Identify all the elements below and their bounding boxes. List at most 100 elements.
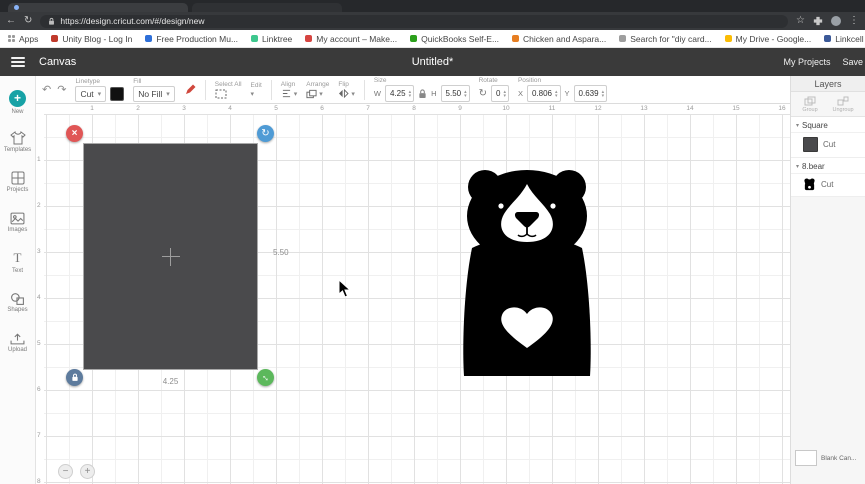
ruler-number: 1: [37, 156, 41, 163]
aspect-lock-icon[interactable]: [418, 88, 427, 99]
sidebar-item-new[interactable]: + New: [0, 82, 35, 122]
bookmark-item[interactable]: Unity Blog - Log In: [51, 34, 132, 44]
bear-image[interactable]: [460, 166, 594, 378]
apps-bookmark[interactable]: Apps: [8, 34, 38, 44]
zoom-in-button[interactable]: +: [80, 464, 95, 479]
my-projects-link[interactable]: My Projects: [783, 57, 830, 67]
height-axis-label: H: [431, 89, 437, 98]
select-all-icon: [215, 89, 227, 98]
disclosure-triangle-icon[interactable]: ▾: [796, 122, 799, 129]
sidebar-item-shapes[interactable]: Shapes: [0, 282, 35, 322]
position-x-input[interactable]: 0.806 ▴ ▾: [526, 85, 561, 102]
bookmark-item[interactable]: Search for "diy card...: [619, 34, 712, 44]
chevron-down-icon: ▾: [351, 90, 355, 98]
linetype-dropdown[interactable]: Cut ▾: [75, 85, 107, 102]
chevron-down-icon: ▾: [293, 90, 298, 98]
bookmark-favicon: [619, 35, 627, 42]
rotate-input[interactable]: 0 ▴ ▾: [491, 85, 509, 102]
bookmark-label: Unity Blog - Log In: [62, 33, 133, 44]
ruler-number: 1: [90, 105, 94, 112]
bookmark-item[interactable]: Free Production Mu...: [145, 34, 238, 44]
sidebar-item-text[interactable]: T Text: [0, 242, 35, 282]
browser-address-bar: ← ↻ https://design.cricut.com/#/design/n…: [0, 12, 865, 30]
zoom-out-button[interactable]: −: [58, 464, 73, 479]
sidebar-item-label: Images: [7, 226, 28, 233]
layer-group-square[interactable]: ▾ Square: [791, 117, 865, 133]
refresh-icon[interactable]: ↻: [24, 16, 32, 26]
bookmark-star-icon[interactable]: ☆: [796, 16, 805, 26]
flip-group[interactable]: Flip ▾: [338, 81, 355, 98]
sidebar-item-images[interactable]: Images: [0, 202, 35, 242]
arrange-icon: [306, 89, 317, 98]
bookmark-item[interactable]: Linkcell: [824, 34, 864, 44]
blank-canvas-row[interactable]: Blank Can...: [795, 450, 856, 466]
fill-dropdown[interactable]: No Fill ▾: [133, 85, 175, 102]
browser-tab[interactable]: [192, 3, 342, 12]
back-icon[interactable]: ←: [6, 16, 16, 26]
ruler-number: 5: [37, 340, 41, 347]
stepper-arrows-icon[interactable]: ▴ ▾: [503, 89, 506, 98]
layer-row-bear-cut[interactable]: Cut: [791, 174, 865, 197]
arrange-label: Arrange: [306, 80, 330, 88]
sidebar-item-upload[interactable]: Upload: [0, 322, 35, 362]
select-all-group[interactable]: Select All: [215, 81, 242, 99]
ungroup-button[interactable]: Ungroup: [832, 96, 854, 113]
browser-tab-active[interactable]: [8, 3, 188, 12]
url-field[interactable]: https://design.cricut.com/#/design/new: [40, 14, 789, 28]
align-group[interactable]: Align ▾: [281, 81, 298, 98]
resize-handle[interactable]: ↔: [257, 369, 274, 386]
avatar-icon[interactable]: [831, 16, 841, 26]
pen-icon[interactable]: [184, 84, 196, 96]
browser-menu-icon[interactable]: ⋮: [849, 16, 859, 26]
height-input[interactable]: 5.50 ▴ ▾: [440, 85, 470, 102]
undo-icon[interactable]: ↶: [42, 83, 51, 96]
square-shape-selected[interactable]: × ↻ ↔ 4.25 5.50: [66, 125, 289, 386]
width-input[interactable]: 4.25 ▴ ▾: [385, 85, 415, 102]
fill-group: Fill No Fill ▾: [133, 78, 175, 102]
height-value: 5.50: [445, 89, 462, 98]
layer-name: Square: [802, 121, 828, 130]
rotate-handle[interactable]: ↻: [257, 125, 274, 142]
chevron-down-icon: ▾: [166, 90, 170, 98]
lock-handle[interactable]: [66, 369, 83, 386]
linetype-color-swatch[interactable]: [110, 86, 125, 101]
chevron-down-icon: ▾: [250, 90, 255, 98]
project-title[interactable]: Untitled*: [412, 56, 454, 68]
layer-row-square-cut[interactable]: Cut: [791, 133, 865, 158]
stepper-arrows-icon[interactable]: ▴ ▾: [602, 89, 605, 98]
arrange-group[interactable]: Arrange ▾: [306, 81, 329, 99]
bookmark-item[interactable]: My Drive - Google...: [724, 34, 811, 44]
bookmark-favicon: [824, 35, 832, 42]
stepper-arrows-icon[interactable]: ▴ ▾: [464, 89, 467, 98]
group-button[interactable]: Group: [802, 96, 818, 113]
bookmark-item[interactable]: Linktree: [251, 34, 292, 44]
blank-canvas-swatch[interactable]: [795, 450, 817, 466]
bookmark-item[interactable]: Chicken and Aspara...: [512, 34, 606, 44]
plus-circle-icon: +: [9, 89, 26, 107]
ruler-number: 5: [274, 105, 278, 112]
menu-icon[interactable]: [11, 57, 25, 67]
bookmark-item[interactable]: My account – Make...: [305, 34, 397, 44]
layer-group-bear[interactable]: ▾ 8.bear: [791, 158, 865, 174]
position-y-input[interactable]: 0.639 ▴ ▾: [573, 85, 608, 102]
ruler-number: 7: [366, 105, 370, 112]
extensions-icon[interactable]: [813, 16, 823, 26]
ruler-number: 2: [136, 105, 140, 112]
delete-handle[interactable]: ×: [66, 125, 83, 142]
ruler-number: 8: [412, 105, 416, 112]
bookmarks-bar: Apps Unity Blog - Log In Free Production …: [0, 30, 865, 48]
bookmark-item[interactable]: QuickBooks Self-E...: [410, 34, 499, 44]
stepper-arrows-icon[interactable]: ▴ ▾: [409, 89, 412, 98]
sidebar-item-projects[interactable]: Projects: [0, 162, 35, 202]
rotate-icon[interactable]: ↻: [479, 88, 487, 99]
save-link[interactable]: Save: [842, 57, 863, 67]
sidebar-item-label: Templates: [3, 147, 32, 153]
align-label: Align: [280, 81, 296, 88]
stepper-arrows-icon[interactable]: ▴ ▾: [555, 89, 558, 98]
sidebar-item-templates[interactable]: Templates: [0, 122, 35, 162]
edit-group[interactable]: Edit ▾: [251, 82, 262, 98]
sidebar-item-label: Upload: [7, 346, 27, 353]
disclosure-triangle-icon[interactable]: ▾: [796, 163, 799, 170]
redo-icon[interactable]: ↷: [57, 83, 66, 96]
canvas-label: Canvas: [39, 56, 77, 68]
